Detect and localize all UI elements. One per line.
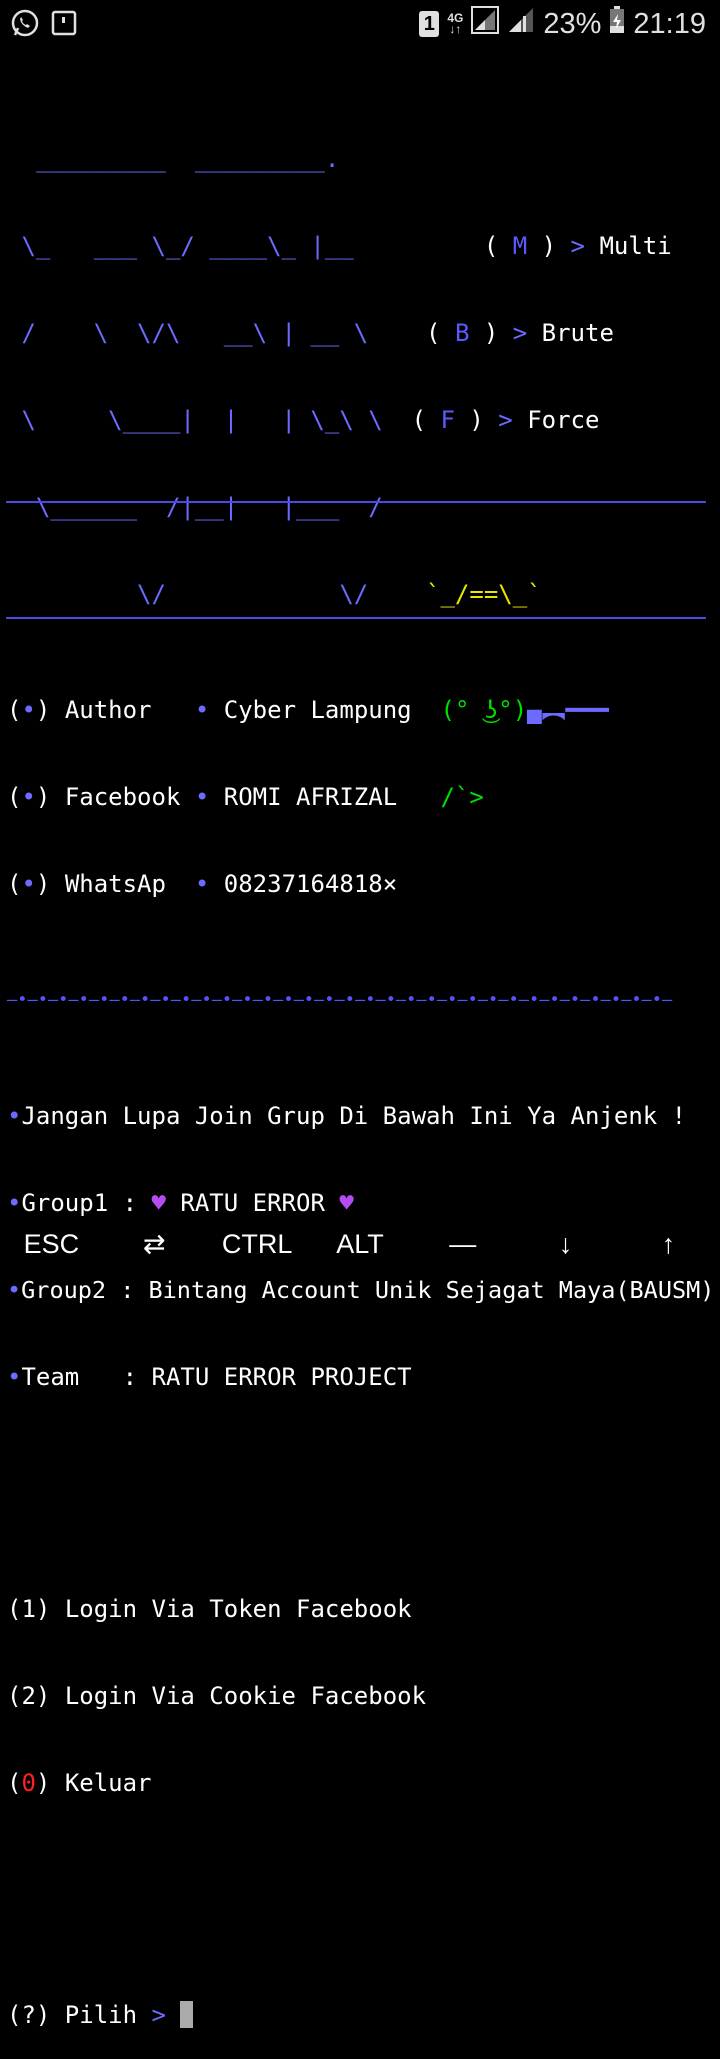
team-line: •Team : RATU ERROR PROJECT bbox=[7, 1363, 412, 1391]
menu-option-0: (0) Keluar bbox=[7, 1769, 152, 1797]
notification-icon bbox=[50, 8, 78, 43]
divider bbox=[6, 617, 706, 619]
text-cursor bbox=[180, 2001, 194, 2028]
sim-badge: 1 bbox=[419, 11, 440, 37]
menu-option-1: (1) Login Via Token Facebook bbox=[7, 1595, 412, 1623]
dash-key[interactable]: — bbox=[418, 1229, 508, 1260]
down-arrow-key[interactable]: ↓ bbox=[521, 1229, 611, 1260]
info-row: (•) WhatsAp • 08237164818× bbox=[7, 870, 398, 898]
input-prompt[interactable]: (?) Pilih > bbox=[7, 2001, 713, 2030]
info-row: (•) Author • Cyber Lampung (° ͜ʖ°)▄︻━━━ bbox=[7, 696, 609, 724]
esc-key[interactable]: ESC bbox=[6, 1229, 96, 1260]
group2-line: •Group2 : Bintang Account Unik Sejagat M… bbox=[7, 1276, 715, 1304]
banner-art-line: _________ _________. bbox=[7, 145, 340, 173]
extra-keys-bar: ESC ⇄ CTRL ALT — ↓ ↑ bbox=[0, 1208, 720, 1280]
notice-line: •Jangan Lupa Join Grup Di Bawah Ini Ya A… bbox=[7, 1102, 687, 1130]
battery-icon bbox=[609, 6, 625, 42]
banner-row: \ \____| | | \_\ \ ( F ) > Force bbox=[7, 406, 600, 434]
banner-row: \_ ___ \_/ ____\_ |__ ( M ) > Multi bbox=[7, 232, 672, 260]
network-type: 4G ↓↑ bbox=[447, 11, 464, 36]
signal-icon-2 bbox=[507, 6, 535, 42]
up-arrow-key[interactable]: ↑ bbox=[623, 1229, 713, 1260]
menu-option-2: (2) Login Via Cookie Facebook bbox=[7, 1682, 427, 1710]
separator: —•—•—•—•—•—•—•—•—•—•—•—•—•—•—•—•—•—•—•—•… bbox=[7, 990, 673, 1010]
banner-art-line: \/ \/ `_/==\_` bbox=[7, 580, 542, 608]
alt-key[interactable]: ALT bbox=[315, 1229, 405, 1260]
signal-icon-1 bbox=[471, 6, 500, 42]
terminal-output[interactable]: _________ _________. \_ ___ \_/ ____\_ |… bbox=[7, 87, 715, 2059]
clock: 21:19 bbox=[633, 7, 706, 40]
tab-key[interactable]: ⇄ bbox=[109, 1229, 199, 1260]
ctrl-key[interactable]: CTRL bbox=[212, 1229, 302, 1260]
divider bbox=[6, 501, 706, 503]
battery-percent: 23% bbox=[543, 7, 602, 40]
info-row: (•) Facebook • ROMI AFRIZAL /`> bbox=[7, 783, 484, 811]
whatsapp-icon bbox=[10, 8, 40, 43]
banner-art-line: \______ /|__| |___ / bbox=[7, 493, 383, 521]
banner-row: / \ \/\ __\ | __ \ ( B ) > Brute bbox=[7, 319, 614, 347]
status-bar: 1 4G ↓↑ 23% 21:19 bbox=[0, 0, 720, 48]
